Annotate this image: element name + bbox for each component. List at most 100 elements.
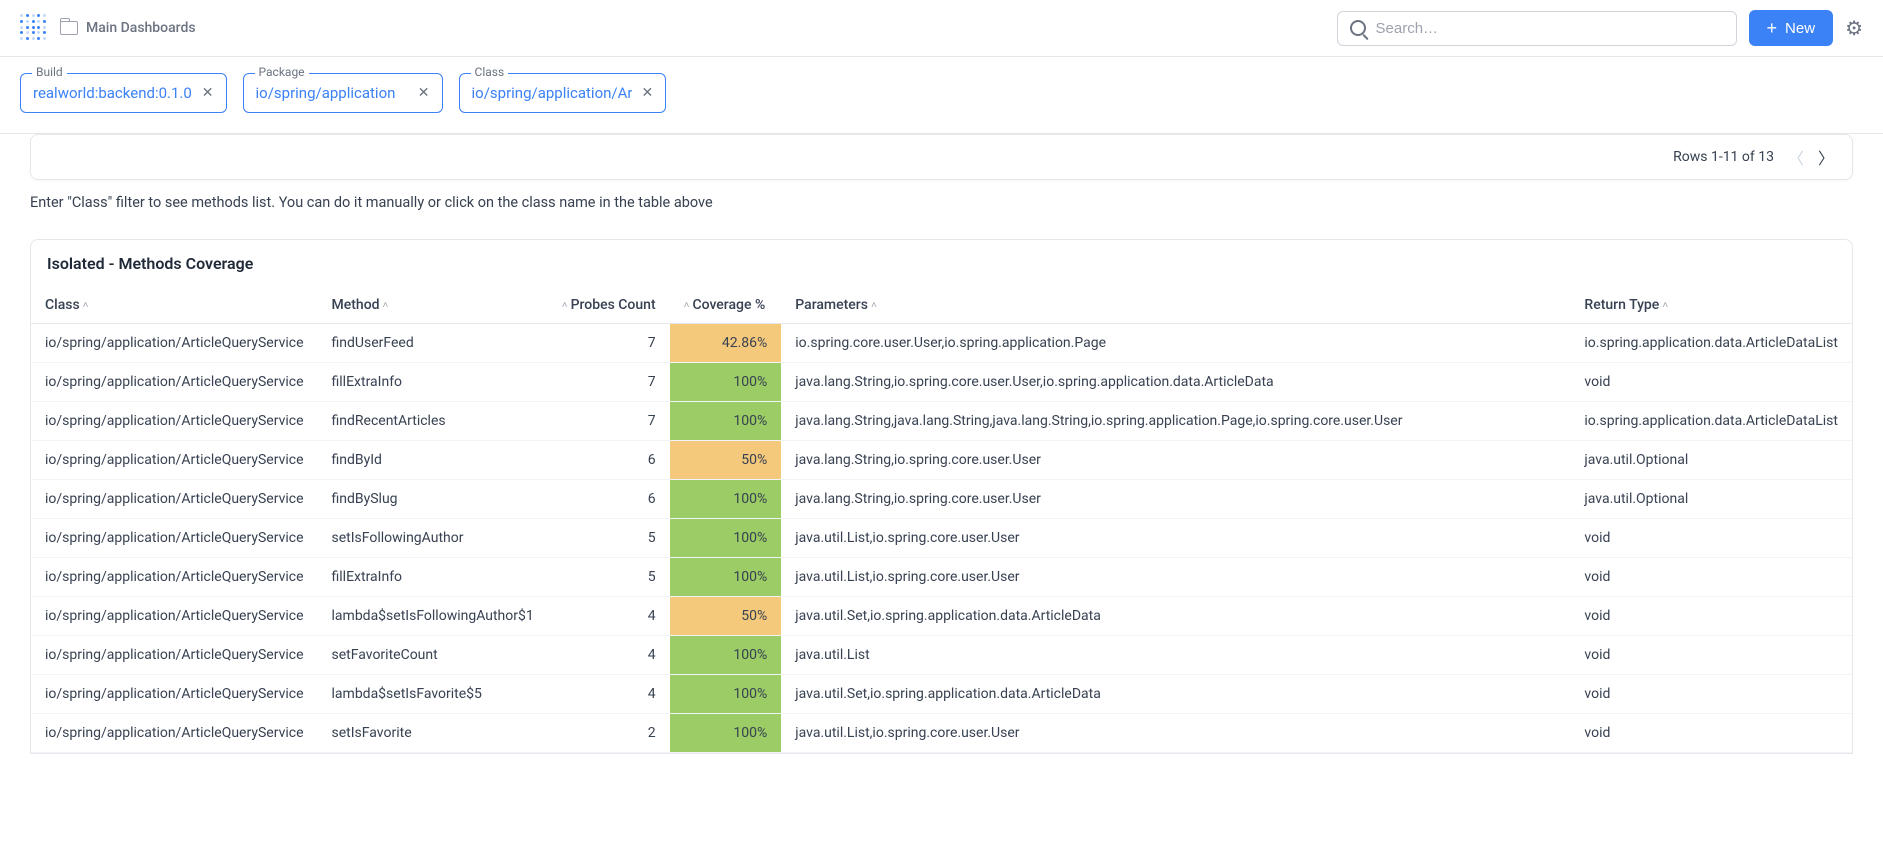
cell-return: void <box>1570 597 1852 636</box>
search-box[interactable] <box>1337 11 1737 46</box>
cell-class: io/spring/application/ArticleQueryServic… <box>31 480 318 519</box>
cell-method: fillExtraInfo <box>318 363 548 402</box>
cell-class: io/spring/application/ArticleQueryServic… <box>31 402 318 441</box>
breadcrumb-label: Main Dashboards <box>86 20 196 36</box>
clear-icon[interactable]: ✕ <box>418 85 430 101</box>
table-row[interactable]: io/spring/application/ArticleQueryServic… <box>31 558 1852 597</box>
cell-class: io/spring/application/ArticleQueryServic… <box>31 714 318 753</box>
topbar: Main Dashboards + New ⚙ <box>0 0 1883 57</box>
cell-method: setIsFavorite <box>318 714 548 753</box>
cell-probes: 7 <box>548 324 670 363</box>
plus-icon: + <box>1767 19 1778 37</box>
prev-page-button[interactable]: 〈 <box>1788 145 1804 169</box>
cell-return: void <box>1570 636 1852 675</box>
clear-icon[interactable]: ✕ <box>202 85 214 101</box>
filter-class-value: io/spring/application/Arti <box>472 84 632 102</box>
app-logo[interactable] <box>20 14 48 42</box>
filter-build[interactable]: Build realworld:backend:0.1.0 ✕ <box>20 73 227 113</box>
col-header-coverage[interactable]: ˄Coverage % <box>670 287 782 324</box>
filter-package-label: Package <box>255 65 309 79</box>
cell-method: lambda$setIsFavorite$5 <box>318 675 548 714</box>
methods-table: Class˄ Method˄ ˄Probes Count ˄Coverage %… <box>31 287 1852 753</box>
table-row[interactable]: io/spring/application/ArticleQueryServic… <box>31 363 1852 402</box>
cell-method: setFavoriteCount <box>318 636 548 675</box>
settings-button[interactable]: ⚙ <box>1845 16 1863 40</box>
cell-coverage: 100% <box>670 402 782 441</box>
cell-coverage: 50% <box>670 597 782 636</box>
filter-build-label: Build <box>32 65 67 79</box>
filter-package[interactable]: Package io/spring/application ✕ <box>243 73 443 113</box>
cell-parameters: java.util.List,io.spring.core.user.User <box>781 558 1570 597</box>
cell-return: void <box>1570 714 1852 753</box>
cell-probes: 4 <box>548 597 670 636</box>
table-row[interactable]: io/spring/application/ArticleQueryServic… <box>31 402 1852 441</box>
cell-parameters: java.lang.String,java.lang.String,java.l… <box>781 402 1570 441</box>
breadcrumb[interactable]: Main Dashboards <box>60 20 196 36</box>
cell-return: io.spring.application.data.ArticleDataLi… <box>1570 324 1852 363</box>
filter-package-value: io/spring/application <box>256 84 396 102</box>
clear-icon[interactable]: ✕ <box>642 85 654 101</box>
cell-parameters: java.util.Set,io.spring.application.data… <box>781 597 1570 636</box>
cell-class: io/spring/application/ArticleQueryServic… <box>31 363 318 402</box>
col-header-parameters[interactable]: Parameters˄ <box>781 287 1570 324</box>
cell-coverage: 100% <box>670 636 782 675</box>
cell-probes: 4 <box>548 675 670 714</box>
cell-method: lambda$setIsFollowingAuthor$1 <box>318 597 548 636</box>
cell-parameters: java.util.List <box>781 636 1570 675</box>
cell-parameters: java.lang.String,io.spring.core.user.Use… <box>781 441 1570 480</box>
sort-icon: ˄ <box>1662 300 1668 311</box>
new-button[interactable]: + New <box>1749 10 1834 46</box>
cell-return: io.spring.application.data.ArticleDataLi… <box>1570 402 1852 441</box>
rows-text: Rows 1-11 of 13 <box>1673 149 1774 165</box>
cell-coverage: 100% <box>670 714 782 753</box>
cell-probes: 7 <box>548 402 670 441</box>
cell-coverage: 100% <box>670 363 782 402</box>
sort-icon: ˄ <box>562 300 568 311</box>
cell-parameters: java.util.List,io.spring.core.user.User <box>781 519 1570 558</box>
filter-build-value: realworld:backend:0.1.0 <box>33 84 192 102</box>
table-row[interactable]: io/spring/application/ArticleQueryServic… <box>31 714 1852 753</box>
sort-icon: ˄ <box>871 300 877 311</box>
cell-probes: 5 <box>548 558 670 597</box>
cell-return: void <box>1570 519 1852 558</box>
col-header-class[interactable]: Class˄ <box>31 287 318 324</box>
table-row[interactable]: io/spring/application/ArticleQueryServic… <box>31 441 1852 480</box>
cell-parameters: java.util.List,io.spring.core.user.User <box>781 714 1570 753</box>
cell-method: findBySlug <box>318 480 548 519</box>
cell-parameters: java.lang.String,io.spring.core.user.Use… <box>781 363 1570 402</box>
cell-probes: 2 <box>548 714 670 753</box>
cell-method: findRecentArticles <box>318 402 548 441</box>
cell-probes: 5 <box>548 519 670 558</box>
cell-probes: 7 <box>548 363 670 402</box>
cell-method: findById <box>318 441 548 480</box>
table-row[interactable]: io/spring/application/ArticleQueryServic… <box>31 636 1852 675</box>
next-page-button[interactable]: 〉 <box>1818 145 1834 169</box>
upper-card-pagination: Rows 1-11 of 13 〈 〉 <box>30 134 1853 180</box>
cell-return: java.util.Optional <box>1570 480 1852 519</box>
col-header-return[interactable]: Return Type˄ <box>1570 287 1852 324</box>
cell-probes: 6 <box>548 480 670 519</box>
search-input[interactable] <box>1376 20 1724 37</box>
cell-return: void <box>1570 558 1852 597</box>
cell-parameters: io.spring.core.user.User,io.spring.appli… <box>781 324 1570 363</box>
cell-probes: 4 <box>548 636 670 675</box>
table-row[interactable]: io/spring/application/ArticleQueryServic… <box>31 597 1852 636</box>
cell-method: setIsFollowingAuthor <box>318 519 548 558</box>
page-body: Rows 1-11 of 13 〈 〉 Enter "Class" filter… <box>0 134 1883 784</box>
cell-return: java.util.Optional <box>1570 441 1852 480</box>
table-row[interactable]: io/spring/application/ArticleQueryServic… <box>31 480 1852 519</box>
filter-class[interactable]: Class io/spring/application/Arti ✕ <box>459 73 667 113</box>
sort-icon: ˄ <box>684 300 690 311</box>
sort-icon: ˄ <box>383 300 389 311</box>
table-row[interactable]: io/spring/application/ArticleQueryServic… <box>31 519 1852 558</box>
table-row[interactable]: io/spring/application/ArticleQueryServic… <box>31 324 1852 363</box>
cell-coverage: 50% <box>670 441 782 480</box>
col-header-probes[interactable]: ˄Probes Count <box>548 287 670 324</box>
col-header-method[interactable]: Method˄ <box>318 287 548 324</box>
table-row[interactable]: io/spring/application/ArticleQueryServic… <box>31 675 1852 714</box>
sort-icon: ˄ <box>83 300 89 311</box>
cell-coverage: 100% <box>670 519 782 558</box>
cell-class: io/spring/application/ArticleQueryServic… <box>31 675 318 714</box>
cell-class: io/spring/application/ArticleQueryServic… <box>31 558 318 597</box>
cell-coverage: 100% <box>670 558 782 597</box>
